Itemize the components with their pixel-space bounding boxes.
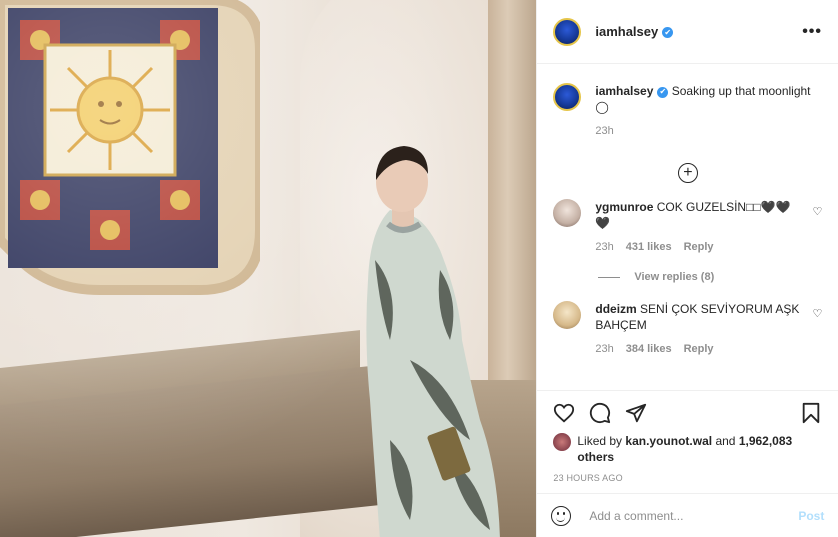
heart-icon[interactable]: ♡ [812,205,822,218]
comment-like-count[interactable]: 431 likes [626,239,672,255]
action-icons [553,399,822,427]
view-replies-label: View replies (8) [634,271,715,283]
liked-by-row: Liked by kan.younot.wal and 1,962,083 ot… [553,433,822,465]
reply-button[interactable]: Reply [684,341,714,357]
view-replies-button[interactable]: View replies (8) [598,271,822,283]
post-button[interactable]: Post [798,509,824,523]
add-comment-bar: Post [537,493,838,537]
author-avatar[interactable] [553,17,582,46]
ellipsis-icon[interactable]: ••• [802,23,822,41]
comment-username[interactable]: ddeizm [595,302,636,316]
liker-avatar[interactable] [553,433,572,451]
load-more-row: + [553,163,822,183]
comment-like-count[interactable]: 384 likes [626,341,672,357]
smiley-icon[interactable] [551,505,572,526]
paper-plane-icon[interactable] [625,402,647,424]
comment-time[interactable]: 23h [595,239,613,255]
caption-username[interactable]: iamhalsey [595,84,653,98]
comments-section: iamhalsey ✔ Soaking up that moonlight ◯ 2… [537,65,838,390]
comment-time[interactable]: 23h [595,341,613,357]
liked-by-prefix: Liked by [577,434,623,448]
plus-circle-icon[interactable]: + [677,163,698,183]
post-side-panel: iamhalsey ✔ ••• iamhalsey ✔ Soaking up tha… [536,0,838,537]
instagram-post-view: iamhalsey ✔ ••• iamhalsey ✔ Soaking up tha… [0,0,838,537]
post-photo[interactable] [0,0,537,537]
verified-badge-icon: ✔ [662,27,674,38]
avatar[interactable] [553,199,582,227]
comment-username[interactable]: ygmunroe [595,200,653,214]
person-in-dress [366,146,500,537]
list-item: ddeizm SENİ ÇOK SEVİYORUM AŞK BAHÇEM 23h… [553,301,822,357]
divider [598,276,621,278]
comment-input[interactable] [587,507,799,524]
post-header: iamhalsey ✔ ••• [537,0,838,64]
list-item: ygmunroe COK GUZELSİN□□🖤🖤🖤 23h 431 likes… [553,199,822,255]
avatar[interactable] [553,301,582,329]
author-avatar[interactable] [553,83,582,111]
comment-icon[interactable] [589,402,611,424]
heart-icon[interactable]: ♡ [812,307,822,320]
bookmark-icon[interactable] [800,402,822,424]
author-username[interactable]: iamhalsey ✔ [595,24,674,39]
reply-button[interactable]: Reply [684,239,714,255]
liked-by-and: and [715,434,736,448]
heart-icon[interactable] [553,402,575,424]
post-actions: Liked by kan.younot.wal and 1,962,083 ot… [537,390,838,483]
liker-username[interactable]: kan.younot.wal [625,434,712,448]
caption-time[interactable]: 23h [595,123,613,139]
post-timestamp[interactable]: 23 HOURS AGO [553,473,822,483]
verified-badge-icon: ✔ [657,86,669,98]
caption: iamhalsey ✔ Soaking up that moonlight ◯ 2… [553,83,822,139]
